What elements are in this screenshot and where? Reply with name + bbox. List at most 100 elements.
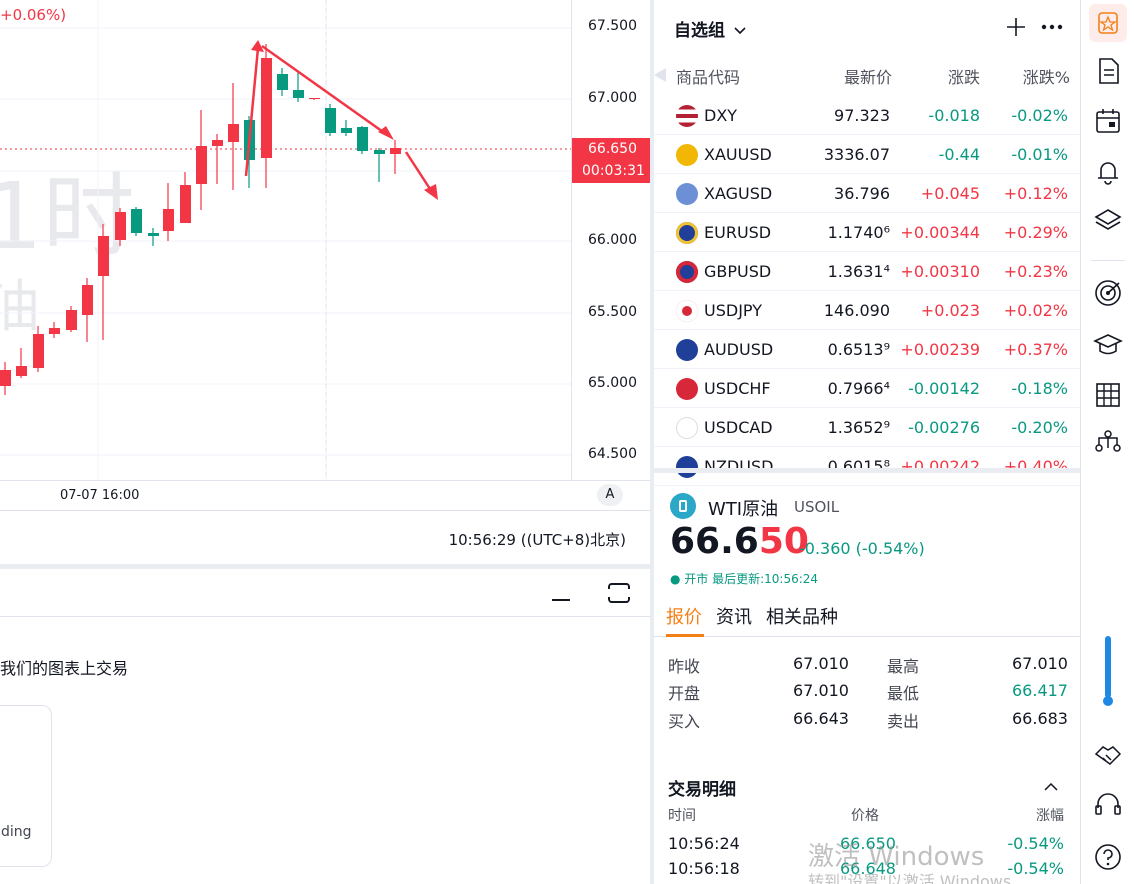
flag-icon [676,378,698,400]
row-last-price: 146.090 [823,301,890,320]
price-tick: 64.500 [588,446,637,462]
candle [196,146,207,184]
header-last[interactable]: 最新价 [844,64,892,88]
watchlist-row[interactable]: USDCAD 1.3652⁹ -0.00276 -0.20% [654,408,1080,447]
network-icon[interactable] [1093,426,1123,456]
row-change-pct: -0.18% [1011,379,1068,398]
row-change: -0.00142 [908,379,980,398]
oil-drop-icon [670,493,696,519]
row-change: +0.00344 [900,223,980,242]
auto-scale-button[interactable]: A [597,484,623,506]
watchlist-row[interactable]: USDJPY 146.090 +0.023 +0.02% [654,291,1080,330]
notes-icon[interactable] [1093,56,1123,86]
watchlist-row[interactable]: DXY 97.323 -0.018 -0.02% [654,96,1080,135]
candle [309,98,320,99]
timezone-clock[interactable]: 10:56:29 ((UTC+8)北京) [449,529,626,550]
flag-icon [676,300,698,322]
row-change: +0.023 [920,301,980,320]
toolbar-separator [1091,260,1125,261]
stat-low-label: 最低 [887,684,920,703]
grid-table-icon[interactable] [1093,380,1123,410]
price-tick: 67.500 [588,18,637,34]
row-change-pct: +0.12% [1003,184,1068,203]
calendar-icon[interactable] [1093,106,1123,136]
symbol-detail: WTI原油 USOIL 66.650 -0.360 (-0.54%) ● 开市 … [654,473,1080,884]
trade-change: -0.54% [1007,834,1064,853]
candle [277,74,288,90]
watchlist-row[interactable]: EURUSD 1.1740⁶ +0.00344 +0.29% [654,213,1080,252]
stat-open-label: 开盘 [668,684,701,703]
tab-related[interactable]: 相关品种 [766,603,838,629]
watchlist-row[interactable]: AUDUSD 0.6513⁹ +0.00239 +0.37% [654,330,1080,369]
stat-ask-label: 卖出 [887,712,920,731]
flag-icon [676,183,698,205]
time-axis[interactable]: 07-07 16:00 [0,480,650,510]
chart-pane[interactable]: +0.06%) 1时 油 [0,0,650,480]
row-last-price: 3336.07 [823,145,890,164]
trade-time: 10:56:24 [668,834,740,853]
price-axis[interactable]: 67.500 67.000 66.000 65.500 65.000 64.50… [571,0,651,480]
thermometer-icon[interactable] [1103,636,1113,708]
row-change: +0.00310 [900,262,980,281]
watchlist-title[interactable]: 自选组 [674,16,746,41]
flag-icon [676,339,698,361]
trades-header-time: 时间 [668,808,696,824]
candle [66,310,77,330]
candle [33,334,44,368]
stat-bid-label: 买入 [668,712,701,731]
headset-icon[interactable] [1093,790,1123,820]
row-symbol: AUDUSD [704,340,774,359]
stat-high-value: 67.010 [1012,654,1068,673]
current-price-value: 66.650 [588,141,637,157]
minimize-icon[interactable] [552,599,570,601]
education-cap-icon[interactable] [1093,330,1123,360]
candle [115,212,126,240]
watchlist-title-label: 自选组 [674,21,725,41]
watchlist-row[interactable]: XAGUSD 36.796 +0.045 +0.12% [654,174,1080,213]
detail-price: 66.650 [670,521,809,562]
active-tab-indicator [666,634,704,637]
add-symbol-icon[interactable] [1006,17,1026,37]
windows-activation-hint: 转到"设置"以激活 Windows [808,872,1012,884]
tab-quote[interactable]: 报价 [666,603,702,629]
trades-header-price: 价格 [851,808,879,824]
header-change[interactable]: 涨跌 [948,64,980,88]
row-change: -0.44 [938,145,980,164]
watchlist-star-icon[interactable] [1089,4,1127,42]
row-symbol: USDJPY [704,301,762,320]
row-change-pct: -0.20% [1011,418,1068,437]
handshake-icon[interactable] [1093,740,1123,770]
flag-icon [676,261,698,283]
detail-price-main: 66.6 [670,521,759,562]
tab-news[interactable]: 资讯 [716,603,752,629]
drawn-arrow-down-2[interactable] [404,151,434,193]
row-last-price: 1.3652⁹ [827,418,890,437]
candle [180,185,191,223]
target-icon[interactable] [1093,278,1123,308]
candlestick-chart[interactable] [0,0,571,480]
candle [325,108,336,133]
candle [212,140,223,146]
header-symbol[interactable]: 商品代码 [676,64,740,88]
candle [49,328,60,334]
row-last-price: 1.3631⁴ [827,262,890,281]
alert-bell-icon[interactable] [1093,156,1123,186]
watchlist-row[interactable]: GBPUSD 1.3631⁴ +0.00310 +0.23% [654,252,1080,291]
watchlist-row[interactable]: USDCHF 0.7966⁴ -0.00142 -0.18% [654,369,1080,408]
row-change-pct: +0.37% [1003,340,1068,359]
bottom-panel-header [0,569,650,617]
help-icon[interactable] [1093,842,1123,872]
more-options-icon[interactable] [1041,24,1063,30]
row-change: -0.00276 [908,418,980,437]
candle [82,285,93,315]
watchlist-row[interactable]: XAUUSD 3336.07 -0.44 -0.01% [654,135,1080,174]
layers-icon[interactable] [1093,206,1123,236]
stat-prev-close-value: 67.010 [793,654,849,673]
flag-icon [676,417,698,439]
chevron-up-icon[interactable] [1044,783,1058,791]
header-change-pct[interactable]: 涨跌% [1023,64,1070,88]
trades-title: 交易明细 [668,780,736,800]
broker-card[interactable]: ding [0,705,52,867]
candle [374,150,385,154]
stat-ask-value: 66.683 [1012,709,1068,728]
